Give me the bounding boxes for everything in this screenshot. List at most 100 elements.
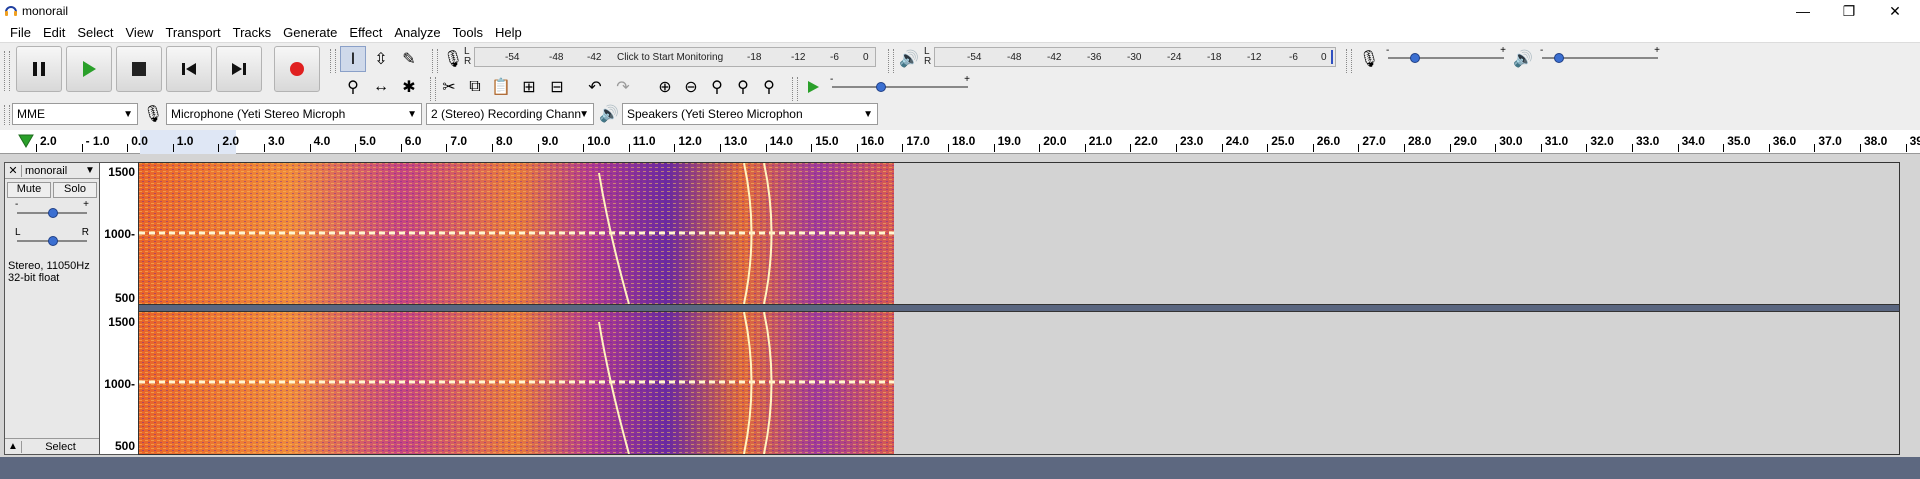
speaker-icon: 🔊 bbox=[899, 51, 919, 68]
recording-volume-slider[interactable]: - + bbox=[1386, 45, 1506, 69]
menu-generate[interactable]: Generate bbox=[277, 25, 343, 40]
play-icon bbox=[83, 61, 96, 77]
slider-thumb[interactable] bbox=[1410, 53, 1420, 63]
playback-volume-slider[interactable]: - + bbox=[1540, 45, 1660, 69]
meter-peak-marker bbox=[1331, 50, 1333, 64]
menu-transport[interactable]: Transport bbox=[159, 25, 226, 40]
toolbar-grip[interactable] bbox=[330, 49, 336, 73]
window-title: monorail bbox=[22, 4, 69, 18]
track-waveform-area[interactable] bbox=[138, 162, 1900, 455]
record-meter-tick: -18 bbox=[747, 52, 762, 63]
copy-button[interactable]: ⧉ bbox=[462, 74, 488, 100]
toolbar-grip[interactable] bbox=[888, 49, 894, 73]
menu-edit[interactable]: Edit bbox=[37, 25, 71, 40]
ruler-tick bbox=[902, 144, 904, 152]
ruler-label: 30.0 bbox=[1499, 134, 1523, 148]
fit-project-button[interactable]: ⚲ bbox=[730, 74, 756, 100]
collapse-track-button[interactable]: ▲ bbox=[5, 441, 21, 452]
close-window-button[interactable]: ✕ bbox=[1872, 0, 1918, 22]
toolbar-grip[interactable] bbox=[4, 51, 10, 91]
ruler-tick bbox=[492, 144, 493, 152]
spectrogram-left-channel[interactable] bbox=[139, 163, 894, 304]
toolbar-grip[interactable] bbox=[792, 77, 798, 101]
track-name-menu[interactable]: monorail bbox=[21, 164, 85, 177]
chevron-down-icon[interactable]: ▼ bbox=[85, 165, 99, 176]
menu-tools[interactable]: Tools bbox=[447, 25, 489, 40]
solo-button[interactable]: Solo bbox=[53, 182, 97, 198]
scissors-icon: ✂ bbox=[442, 79, 456, 96]
menu-help[interactable]: Help bbox=[489, 25, 528, 40]
menu-select[interactable]: Select bbox=[71, 25, 119, 40]
trim-button[interactable]: ⊞ bbox=[516, 74, 542, 100]
meter-right-label: R bbox=[924, 56, 932, 67]
record-meter[interactable]: -54 -48 -42 Click to Start Monitoring -1… bbox=[474, 47, 876, 67]
gain-slider[interactable]: - + bbox=[15, 199, 89, 221]
menu-effect[interactable]: Effect bbox=[343, 25, 388, 40]
audio-host-value: MME bbox=[17, 107, 45, 121]
menu-analyze[interactable]: Analyze bbox=[388, 25, 446, 40]
toolbar-grip[interactable] bbox=[432, 49, 438, 73]
track-close-button[interactable]: ✕ bbox=[5, 164, 21, 177]
silence-button[interactable]: ⊟ bbox=[544, 74, 570, 100]
undo-button[interactable]: ↶ bbox=[582, 74, 608, 100]
playback-speed-slider[interactable]: - + bbox=[830, 74, 970, 98]
toolbar-grip[interactable] bbox=[4, 105, 10, 125]
selection-tool-button[interactable]: Ⅰ bbox=[340, 46, 366, 72]
ruler-label: 8.0 bbox=[496, 134, 513, 148]
minimize-button[interactable]: — bbox=[1780, 0, 1826, 22]
audio-host-select[interactable]: MME ▼ bbox=[12, 103, 138, 125]
slider-thumb[interactable] bbox=[876, 82, 886, 92]
slider-thumb[interactable] bbox=[48, 236, 58, 246]
menu-view[interactable]: View bbox=[120, 25, 160, 40]
paste-button[interactable]: 📋 bbox=[488, 74, 514, 100]
fit-selection-button[interactable]: ⚲ bbox=[704, 74, 730, 100]
envelope-tool-button[interactable]: ⇳ bbox=[368, 46, 394, 72]
recording-channels-select[interactable]: 2 (Stereo) Recording Chann ▼ bbox=[426, 103, 594, 125]
timeline-ruler[interactable]: 2.0 - 1.0 0.0 1.0 2.0 3.0 4.0 5.0 6.0 7.0 8.0 9.0 10… bbox=[0, 130, 1920, 154]
maximize-button[interactable]: ❐ bbox=[1826, 0, 1872, 22]
play-button[interactable] bbox=[66, 46, 112, 92]
select-track-button[interactable]: Select bbox=[21, 440, 99, 453]
ruler-tick bbox=[309, 144, 311, 152]
draw-tool-button[interactable]: ✎ bbox=[396, 46, 422, 72]
skip-to-start-button[interactable] bbox=[166, 46, 212, 92]
menu-tracks[interactable]: Tracks bbox=[227, 25, 278, 40]
menu-file[interactable]: File bbox=[4, 25, 37, 40]
record-meter-tick: -6 bbox=[830, 52, 839, 63]
ruler-tick bbox=[1768, 144, 1770, 152]
zoom-out-button[interactable]: ⊖ bbox=[678, 74, 704, 100]
spectrogram-right-channel[interactable] bbox=[139, 312, 894, 454]
toolbar-grip[interactable] bbox=[1346, 49, 1352, 73]
record-meter-button[interactable]: 🎙 bbox=[440, 46, 466, 72]
frequency-scale[interactable]: 1500 1000- 500 1500 1000- 500 bbox=[100, 162, 138, 455]
play-at-speed-button[interactable] bbox=[800, 74, 826, 100]
ruler-label: 1.0 bbox=[176, 134, 194, 148]
pause-button[interactable] bbox=[16, 46, 62, 92]
mute-button[interactable]: Mute bbox=[7, 182, 51, 198]
start-monitoring-label[interactable]: Click to Start Monitoring bbox=[617, 52, 723, 63]
cut-button[interactable]: ✂ bbox=[436, 74, 462, 100]
record-button[interactable] bbox=[274, 46, 320, 92]
record-meter-tick: -48 bbox=[549, 52, 564, 63]
pan-slider[interactable]: L R bbox=[15, 227, 89, 249]
zoom-in-button[interactable]: ⊕ bbox=[652, 74, 678, 100]
recording-device-select[interactable]: Microphone (Yeti Stereo Microph ▼ bbox=[166, 103, 422, 125]
stop-button[interactable] bbox=[116, 46, 162, 92]
slider-min-label: - bbox=[1540, 45, 1544, 56]
play-head-triangle-icon[interactable] bbox=[18, 134, 34, 148]
play-meter-button[interactable]: 🔊 bbox=[896, 46, 922, 72]
redo-button[interactable]: ↷ bbox=[610, 74, 636, 100]
zoom-toggle-button[interactable]: ⚲ bbox=[756, 74, 782, 100]
meter-right-label: R bbox=[464, 56, 472, 67]
ruler-label: 18.0 bbox=[952, 134, 976, 148]
play-meter[interactable]: -54 -48 -42 -36 -30 -24 -18 -12 -6 0 bbox=[934, 47, 1336, 67]
slider-thumb[interactable] bbox=[48, 208, 58, 218]
zoom-tool-button[interactable]: ⚲ bbox=[340, 74, 366, 100]
time-shift-tool-button[interactable]: ↔ bbox=[368, 74, 394, 100]
playback-device-icon: 🔊 bbox=[596, 101, 622, 127]
playback-device-select[interactable]: Speakers (Yeti Stereo Microphon ▼ bbox=[622, 103, 878, 125]
microphone-icon: 🎙 bbox=[142, 106, 164, 123]
multi-tool-button[interactable]: ✱ bbox=[396, 74, 422, 100]
slider-thumb[interactable] bbox=[1554, 53, 1564, 63]
skip-to-end-button[interactable] bbox=[216, 46, 262, 92]
